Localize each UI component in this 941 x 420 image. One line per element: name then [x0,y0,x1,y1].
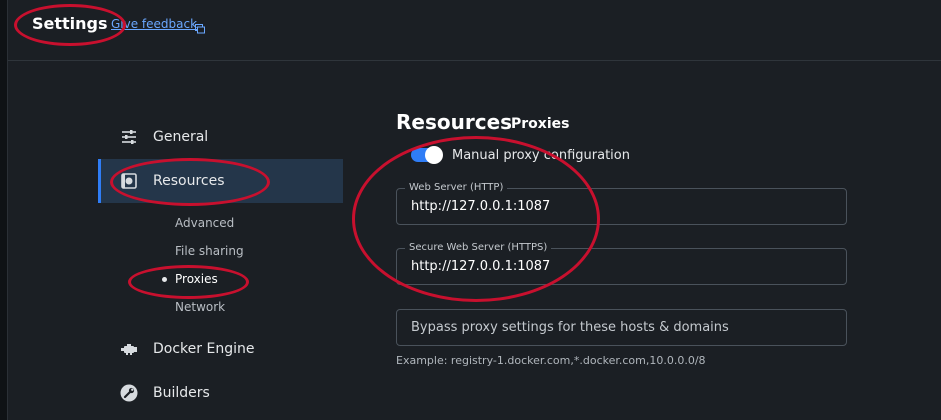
https-proxy-field: Secure Web Server (HTTPS) [396,242,847,285]
sidebar-item-docker-engine[interactable]: Docker Engine [98,327,340,371]
bypass-example-text: Example: registry-1.docker.com,*.docker.… [396,354,706,367]
engine-icon [120,340,138,358]
sidebar-item-label: Builders [153,385,210,401]
sidebar-subitem-advanced[interactable]: Advanced [175,216,234,230]
sidebar-subitem-network[interactable]: Network [175,300,225,314]
bypass-proxy-input[interactable] [411,310,831,345]
sidebar-subitem-file-sharing[interactable]: File sharing [175,244,244,258]
sidebar-item-general[interactable]: General [98,115,340,159]
sidebar-item-label: Docker Engine [153,341,255,357]
sliders-icon [120,128,138,146]
window-left-edge [0,0,8,420]
active-bullet [162,277,167,282]
http-proxy-input[interactable] [411,189,831,224]
toggle-knob [425,146,443,164]
sidebar-item-label: General [153,129,209,145]
header: Settings Give feedback [8,0,941,61]
http-proxy-field: Web Server (HTTP) [396,182,847,225]
wrench-icon [120,384,138,402]
page-title: Settings [32,14,108,33]
sidebar-subitem-proxies[interactable]: Proxies [175,272,218,286]
sidebar-item-builders[interactable]: Builders [98,371,340,415]
manual-proxy-toggle[interactable] [411,146,443,164]
feedback-icon[interactable] [195,19,205,34]
give-feedback-link[interactable]: Give feedback [111,17,197,31]
sidebar-item-resources[interactable]: Resources [98,159,343,203]
bypass-proxy-field [396,309,847,346]
resources-icon [120,172,138,190]
section-subtitle: Proxies [511,116,570,132]
section-title: Resources [396,110,513,134]
sidebar-item-label: Resources [153,173,225,189]
https-proxy-input[interactable] [411,249,831,284]
manual-proxy-label: Manual proxy configuration [452,148,630,163]
